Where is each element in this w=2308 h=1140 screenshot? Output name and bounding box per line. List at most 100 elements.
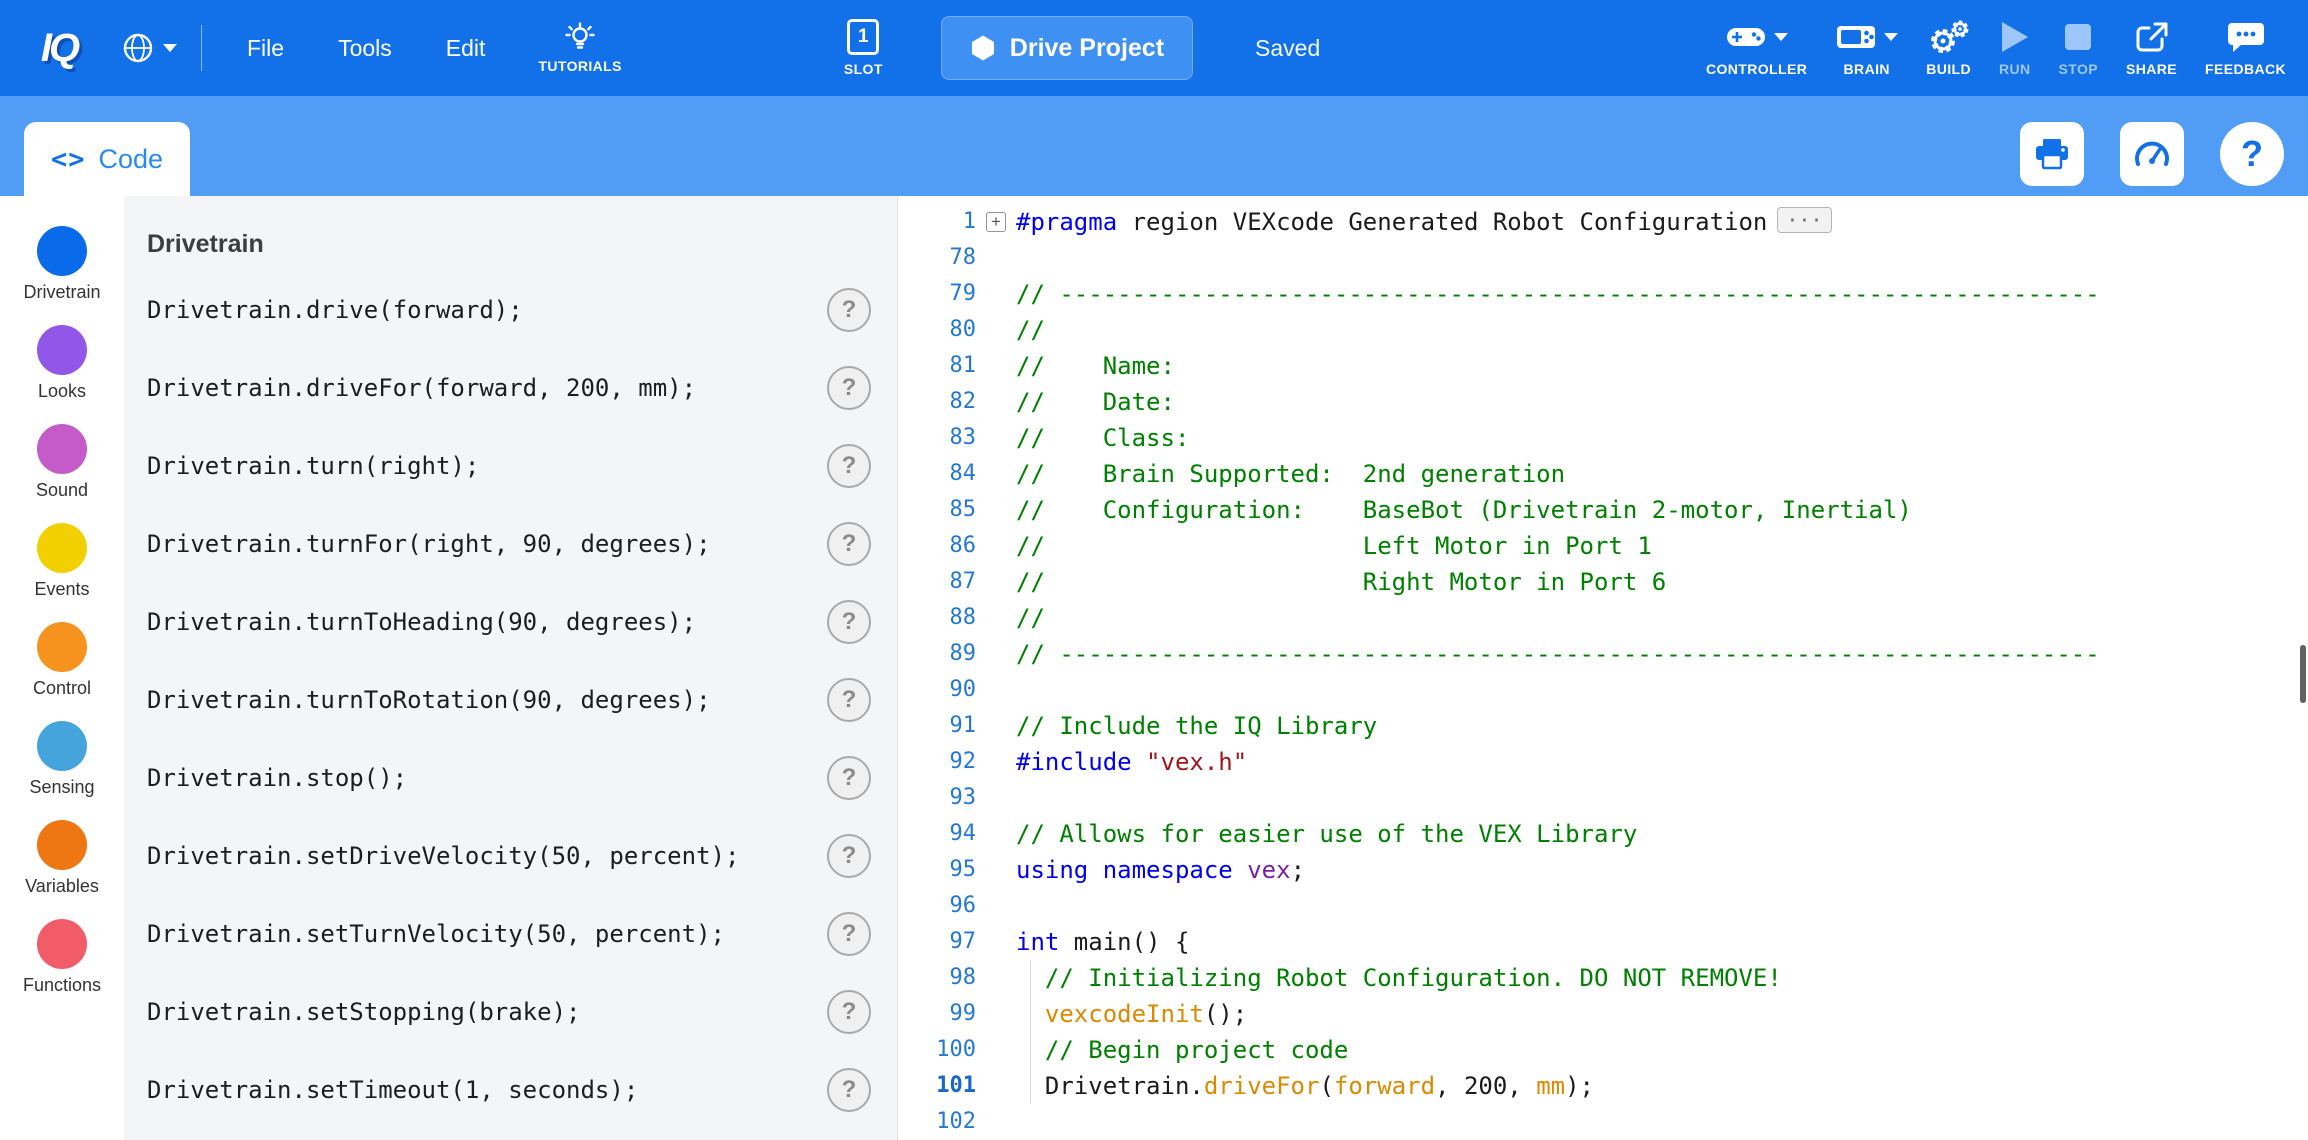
command-help-button[interactable]: ?: [827, 678, 871, 722]
sidebar-item-control[interactable]: Control: [0, 622, 124, 721]
command-help-button[interactable]: ?: [827, 366, 871, 410]
fold-gutter: [976, 780, 1016, 816]
category-label: Sensing: [29, 777, 94, 798]
fold-gutter: [976, 348, 1016, 384]
code-text: vexcodeInit();: [1016, 996, 2308, 1032]
run-button[interactable]: RUN: [1999, 19, 2031, 77]
tutorials-button[interactable]: TUTORIALS: [538, 22, 621, 74]
monitor-button[interactable]: [2120, 122, 2184, 186]
collapsed-region-icon[interactable]: ···: [1777, 207, 1831, 233]
command-help-button[interactable]: ?: [827, 600, 871, 644]
code-line: 1+#pragma region VEXcode Generated Robot…: [898, 204, 2308, 240]
menu-file[interactable]: File: [220, 35, 311, 62]
fold-gutter: [976, 1104, 1016, 1140]
sidebar-item-variables[interactable]: Variables: [0, 820, 124, 919]
command-help-button[interactable]: ?: [827, 288, 871, 332]
line-number: 94: [898, 816, 976, 852]
command-text[interactable]: Drivetrain.stop();: [147, 764, 407, 792]
slot-icon: 1: [847, 19, 879, 55]
command-row: Drivetrain.turnFor(right, 90, degrees);?: [124, 505, 897, 583]
fold-gutter: [976, 528, 1016, 564]
command-text[interactable]: Drivetrain.setTurnVelocity(50, percent);: [147, 920, 725, 948]
command-list: Drivetrain.drive(forward);? Drivetrain.dr…: [124, 271, 897, 1129]
command-text[interactable]: Drivetrain.turnToHeading(90, degrees);: [147, 608, 696, 636]
menu-edit[interactable]: Edit: [419, 35, 513, 62]
code-text: // Left Motor in Port 1: [1016, 528, 2308, 564]
sidebar-item-sound[interactable]: Sound: [0, 424, 124, 523]
vex-iq-logo: IQ: [0, 26, 118, 71]
code-line: 96: [898, 888, 2308, 924]
save-status: Saved: [1255, 35, 1320, 62]
command-help-button[interactable]: ?: [827, 522, 871, 566]
code-text: // Include the IQ Library: [1016, 708, 2308, 744]
code-text: // Name:: [1016, 348, 2308, 384]
sidebar-item-drivetrain[interactable]: Drivetrain: [0, 226, 124, 325]
share-button[interactable]: SHARE: [2126, 19, 2177, 77]
code-editor[interactable]: 1+#pragma region VEXcode Generated Robot…: [898, 196, 2308, 1140]
build-label: BUILD: [1926, 61, 1971, 77]
feedback-button[interactable]: FEEDBACK: [2205, 19, 2286, 77]
functions-category-icon: [37, 919, 87, 969]
fold-toggle-icon[interactable]: +: [986, 212, 1006, 232]
command-text[interactable]: Drivetrain.driveFor(forward, 200, mm);: [147, 374, 696, 402]
command-text[interactable]: Drivetrain.setStopping(brake);: [147, 998, 580, 1026]
fold-gutter: [976, 672, 1016, 708]
build-button[interactable]: BUILD: [1926, 19, 1971, 77]
fold-gutter: [976, 276, 1016, 312]
sidebar-item-sensing[interactable]: Sensing: [0, 721, 124, 820]
command-help-button[interactable]: ?: [827, 912, 871, 956]
command-text[interactable]: Drivetrain.setDriveVelocity(50, percent)…: [147, 842, 739, 870]
brain-button[interactable]: BRAIN: [1835, 19, 1898, 77]
tab-code[interactable]: <> Code: [24, 122, 190, 196]
command-help-button[interactable]: ?: [827, 1068, 871, 1112]
fold-gutter: [976, 888, 1016, 924]
command-text[interactable]: Drivetrain.drive(forward);: [147, 296, 523, 324]
line-number: 85: [898, 492, 976, 528]
tutorials-label: TUTORIALS: [538, 58, 621, 74]
sidebar-item-events[interactable]: Events: [0, 523, 124, 622]
separator: [201, 25, 202, 71]
category-label: Looks: [38, 381, 86, 402]
command-help-button[interactable]: ?: [827, 990, 871, 1034]
command-text[interactable]: Drivetrain.setTimeout(1, seconds);: [147, 1076, 638, 1104]
editor-scrollbar[interactable]: [2300, 645, 2306, 703]
command-row: Drivetrain.turnToHeading(90, degrees);?: [124, 583, 897, 661]
main-content: Drivetrain Looks SoundEventsControl Sensing…: [0, 196, 2308, 1140]
sidebar-item-looks[interactable]: Looks: [0, 325, 124, 424]
vexcode-iq-app: IQ FileToolsEdit TUTORIALS: [0, 0, 2308, 1140]
command-help-button[interactable]: ?: [827, 756, 871, 800]
line-number: 88: [898, 600, 976, 636]
fold-gutter: [976, 456, 1016, 492]
language-selector[interactable]: [122, 32, 177, 64]
line-number: 95: [898, 852, 976, 888]
code-line: 81// Name:: [898, 348, 2308, 384]
share-icon: [2135, 21, 2169, 53]
fold-gutter: [976, 960, 1016, 996]
tab-bar: <> Code ?: [0, 96, 2308, 196]
command-text[interactable]: Drivetrain.turn(right);: [147, 452, 479, 480]
brain-label: BRAIN: [1844, 61, 1890, 77]
stop-button[interactable]: STOP: [2059, 19, 2098, 77]
command-help-button[interactable]: ?: [827, 834, 871, 878]
command-text[interactable]: Drivetrain.turnFor(right, 90, degrees);: [147, 530, 711, 558]
run-label: RUN: [1999, 61, 2031, 77]
project-name-button[interactable]: Drive Project: [941, 16, 1193, 80]
fold-gutter: [976, 708, 1016, 744]
code-text: // Class:: [1016, 420, 2308, 456]
command-help-button[interactable]: ?: [827, 444, 871, 488]
line-number: 87: [898, 564, 976, 600]
code-text: // -------------------------------------…: [1016, 636, 2308, 672]
code-line: 99 vexcodeInit();: [898, 996, 2308, 1032]
help-button[interactable]: ?: [2220, 122, 2284, 186]
code-line: 101 Drivetrain.driveFor(forward, 200, mm…: [898, 1068, 2308, 1104]
printer-icon: [2034, 137, 2070, 171]
print-button[interactable]: [2020, 122, 2084, 186]
menu-tools[interactable]: Tools: [311, 35, 419, 62]
slot-selector[interactable]: 1 SLOT: [844, 19, 883, 77]
code-line: 89// -----------------------------------…: [898, 636, 2308, 672]
sidebar-item-functions[interactable]: Functions: [0, 919, 124, 1018]
code-text: // Begin project code: [1016, 1032, 2308, 1068]
command-text[interactable]: Drivetrain.turnToRotation(90, degrees);: [147, 686, 711, 714]
controller-button[interactable]: CONTROLLER: [1706, 19, 1807, 77]
fold-gutter: [976, 852, 1016, 888]
